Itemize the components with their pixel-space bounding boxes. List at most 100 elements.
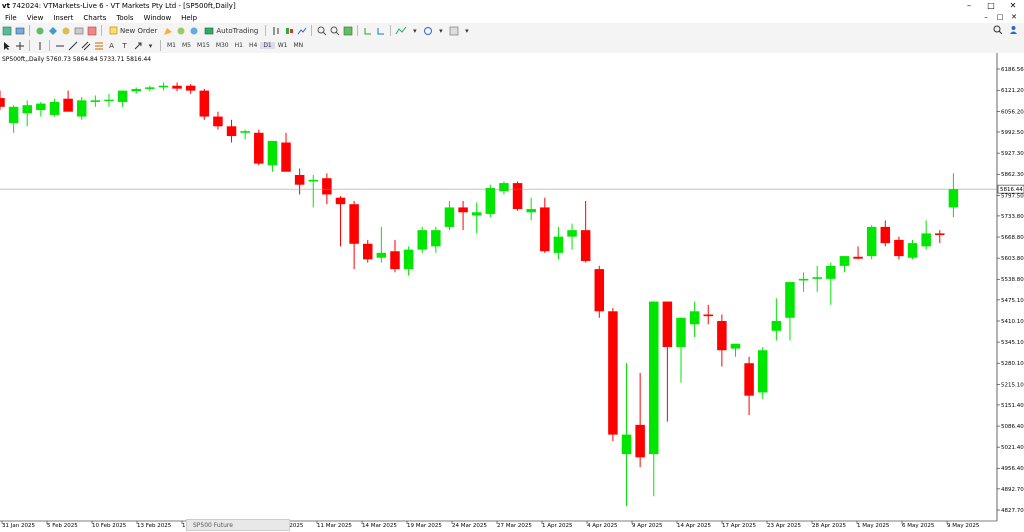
menu-insert[interactable]: Insert [48,14,78,22]
maximize-button[interactable]: □ [980,0,1002,12]
timeframe-h1[interactable]: H1 [232,42,246,49]
time-tick-label: 10 Feb 2025 [92,523,127,529]
fibonacci-icon[interactable] [93,40,104,51]
line-chart-icon[interactable] [296,25,307,36]
horizontal-line-icon[interactable] [54,40,65,51]
candle-body [281,142,291,172]
app-logo: vt [2,2,10,10]
arrows-icon[interactable] [132,40,143,51]
chevron-down-icon[interactable]: ▾ [409,25,420,36]
chart-tab[interactable]: SP500 Future [186,519,290,531]
timeframe-d1[interactable]: D1 [260,42,275,49]
time-tick-label: 14 Mar 2025 [362,523,397,529]
autotrading-button[interactable]: AutoTrading [201,25,261,36]
time-tick-label: 1 Apr 2025 [542,523,573,529]
price-tick-label: 5021.40 [1001,445,1024,451]
label-tool[interactable]: T [119,40,130,51]
candle-body [335,197,346,205]
candle-body [540,207,550,252]
new-chart-icon[interactable] [1,25,12,36]
toolbar-separator [265,25,267,36]
child-minimize-button[interactable]: – [979,12,993,23]
timeframe-m1[interactable]: M1 [164,42,179,49]
candle-body [567,230,577,237]
price-chart[interactable]: SP500ft,,Daily 5760.73 5864.84 5733.71 5… [0,53,1024,531]
time-tick-label: 24 Mar 2025 [452,523,487,529]
menu-file[interactable]: File [0,14,22,22]
candle-body [471,212,482,216]
crosshair-icon[interactable] [14,40,25,51]
new-order-label: New Order [120,26,158,35]
zoom-out-icon[interactable] [329,25,340,36]
menu-tools[interactable]: Tools [111,14,138,22]
timeframe-h4[interactable]: H4 [246,42,260,49]
chevron-down-icon[interactable]: ▾ [145,40,156,51]
candle-body [812,277,822,279]
metaeditor-icon[interactable] [162,25,173,36]
data-window-icon[interactable] [47,25,58,36]
child-window-controls: – □ ✕ [979,12,1021,23]
child-close-button[interactable]: ✕ [1007,12,1021,23]
timeframe-m5[interactable]: M5 [179,42,194,49]
candle-body [826,265,836,279]
timeframe-m30[interactable]: M30 [213,42,232,49]
candle-body [785,282,795,318]
new-order-button[interactable]: New Order [106,25,160,36]
time-tick-label: 23 Apr 2025 [767,523,802,529]
chevron-down-icon[interactable]: ▾ [461,25,472,36]
price-tick-label: 4956.40 [1001,466,1024,472]
candle-body [649,301,659,455]
menu-view[interactable]: View [22,14,49,22]
menu-window[interactable]: Window [139,14,177,22]
market-watch-icon[interactable] [34,25,45,36]
candle-body [90,100,101,102]
minimize-button[interactable]: – [958,0,980,12]
timeframe-mn[interactable]: MN [291,42,307,49]
price-tick-label: 6186.56 [1001,67,1024,73]
toolbar-separator [390,25,392,36]
terminal-icon[interactable] [73,25,84,36]
text-tool[interactable]: A [106,40,117,51]
candle-body [921,233,931,247]
cursor-icon[interactable] [1,40,12,51]
bar-chart-icon[interactable] [270,25,281,36]
candle [866,225,877,260]
periods-icon[interactable] [422,25,433,36]
chevron-down-icon[interactable]: ▾ [435,25,446,36]
candle-body [362,243,373,260]
tile-windows-icon[interactable] [342,25,353,36]
templates-icon[interactable] [448,25,459,36]
candle-body [417,230,427,250]
candle-body [145,87,155,89]
candle-body [853,256,863,259]
history-icon[interactable] [188,25,199,36]
indicators-icon[interactable] [395,25,407,36]
vertical-line-icon[interactable] [34,40,45,51]
zoom-in-icon[interactable] [316,25,327,36]
candle-body [798,278,809,281]
chart-canvas[interactable]: SP500ft,,Daily 5760.73 5864.84 5733.71 5… [0,53,1024,531]
close-button[interactable]: ✕ [1002,0,1024,12]
profiles-icon[interactable] [14,25,25,36]
navigator-icon[interactable] [60,25,71,36]
menu-help[interactable]: Help [176,14,202,22]
candle-body [199,90,210,117]
options-icon[interactable] [175,25,186,36]
candle-body [22,105,32,114]
toolbar-separator [49,40,50,51]
time-tick-label: 14 Apr 2025 [677,523,712,529]
candle-body [172,85,182,89]
search-icon[interactable] [993,25,1003,36]
trendline-icon[interactable] [67,40,78,51]
child-restore-button[interactable]: □ [993,12,1007,23]
strategy-tester-icon[interactable] [86,25,97,36]
candle-body [8,106,19,124]
chart-shift-icon[interactable] [375,25,386,36]
timeframe-w1[interactable]: W1 [275,42,291,49]
auto-scroll-icon[interactable] [362,25,373,36]
candlestick-icon[interactable] [283,25,294,36]
menu-charts[interactable]: Charts [78,14,111,22]
channel-icon[interactable] [80,40,91,51]
timeframe-m15[interactable]: M15 [194,42,213,49]
account-icon[interactable] [1009,25,1018,36]
